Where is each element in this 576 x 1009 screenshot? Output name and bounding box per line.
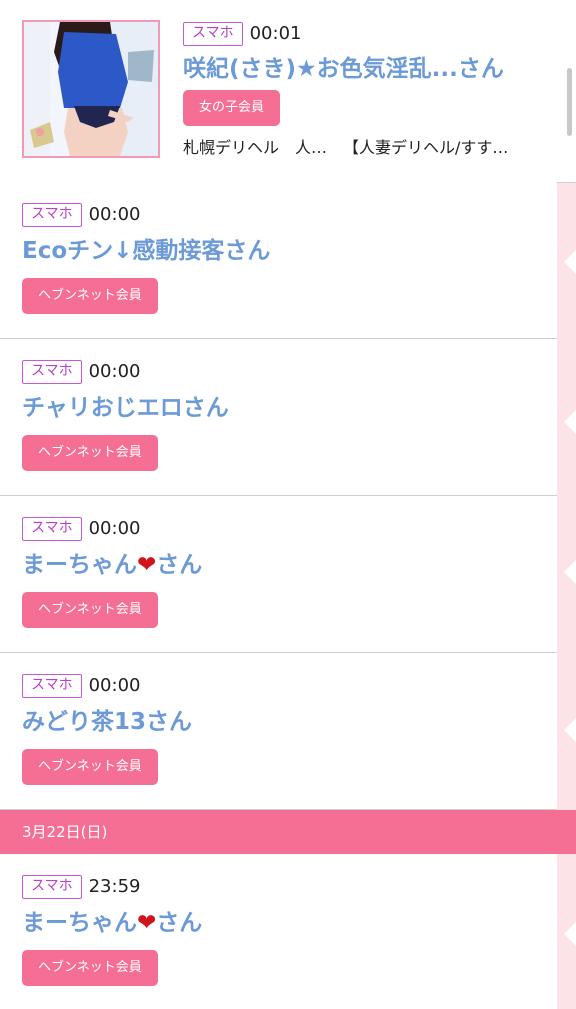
visitor-name[interactable]: まーちゃん❤さん (22, 908, 202, 938)
access-time: 00:01 (249, 23, 302, 44)
heart-icon: ❤ (137, 552, 157, 578)
right-gutter (557, 182, 576, 1009)
scrollbar[interactable] (567, 68, 572, 136)
visitor-name[interactable]: みどり茶13さん (22, 707, 192, 737)
member-type-badge: ヘブンネット会員 (22, 592, 158, 628)
gutter-notch (564, 718, 576, 742)
visitor-name-suffix: さん (156, 552, 203, 578)
date-header: 3月22日(日) (0, 810, 576, 854)
gutter-notch (564, 922, 576, 946)
access-entry[interactable]: スマホ 00:00 みどり茶13さん ヘブンネット会員 (0, 653, 557, 810)
access-time: 00:00 (88, 204, 141, 225)
member-type-badge: ヘブンネット会員 (22, 278, 158, 314)
member-type-badge: ヘブンネット会員 (22, 950, 158, 986)
access-time: 00:00 (88, 518, 141, 539)
access-entry[interactable]: スマホ 00:00 まーちゃん❤さん ヘブンネット会員 (0, 496, 557, 653)
visitor-name-text: まーちゃん (22, 552, 137, 578)
member-type-badge: ヘブンネット会員 (22, 749, 158, 785)
access-time: 23:59 (88, 876, 141, 897)
access-time: 00:00 (88, 675, 141, 696)
visitor-name-suffix: さん (156, 910, 203, 936)
heart-icon: ❤ (137, 910, 157, 936)
gutter-notch (564, 250, 576, 274)
page: スマホ 00:01 咲紀(さき)★お色気淫乱...さん 女の子会員 札幌デリヘル … (0, 0, 576, 1009)
access-entry[interactable]: スマホ 00:00 チャリおじエロさん ヘブンネット会員 (0, 339, 557, 496)
girl-photo[interactable] (22, 20, 160, 158)
shop-name: 【人妻デリヘル/すす… (343, 138, 509, 157)
gutter-notch (564, 560, 576, 584)
device-badge: スマホ (22, 674, 82, 698)
shop-category: 札幌デリヘル 人… (183, 138, 328, 157)
device-badge: スマホ (22, 517, 82, 541)
device-badge: スマホ (22, 360, 82, 384)
visitor-name[interactable]: Ecoチン↓感動接客さん (22, 236, 270, 266)
entry-meta: スマホ 00:00 (22, 674, 140, 700)
entry-meta: スマホ 00:00 (22, 517, 140, 543)
visitor-name[interactable]: 咲紀(さき)★お色気淫乱...さん (183, 54, 504, 84)
entry-meta: スマホ 00:01 (183, 22, 301, 46)
access-time: 00:00 (88, 361, 141, 382)
access-entry[interactable]: スマホ 00:00 Ecoチン↓感動接客さん ヘブンネット会員 (0, 182, 557, 339)
device-badge: スマホ (22, 875, 82, 899)
access-entry[interactable]: スマホ 23:59 まーちゃん❤さん ヘブンネット会員 (0, 854, 557, 1009)
gutter-notch (564, 410, 576, 434)
access-entry-top[interactable]: スマホ 00:01 咲紀(さき)★お色気淫乱...さん 女の子会員 札幌デリヘル … (0, 0, 576, 183)
entry-meta: スマホ 00:00 (22, 203, 140, 229)
shop-info[interactable]: 札幌デリヘル 人… 【人妻デリヘル/すす… (183, 134, 508, 158)
member-type-badge: ヘブンネット会員 (22, 435, 158, 471)
device-badge: スマホ (22, 203, 82, 227)
visitor-name[interactable]: まーちゃん❤さん (22, 550, 202, 580)
device-badge: スマホ (183, 22, 243, 46)
member-type-badge: 女の子会員 (183, 90, 281, 126)
visitor-name-text: まーちゃん (22, 910, 137, 936)
entry-meta: スマホ 23:59 (22, 875, 140, 901)
entry-meta: スマホ 00:00 (22, 360, 140, 386)
visitor-name[interactable]: チャリおじエロさん (22, 393, 229, 423)
